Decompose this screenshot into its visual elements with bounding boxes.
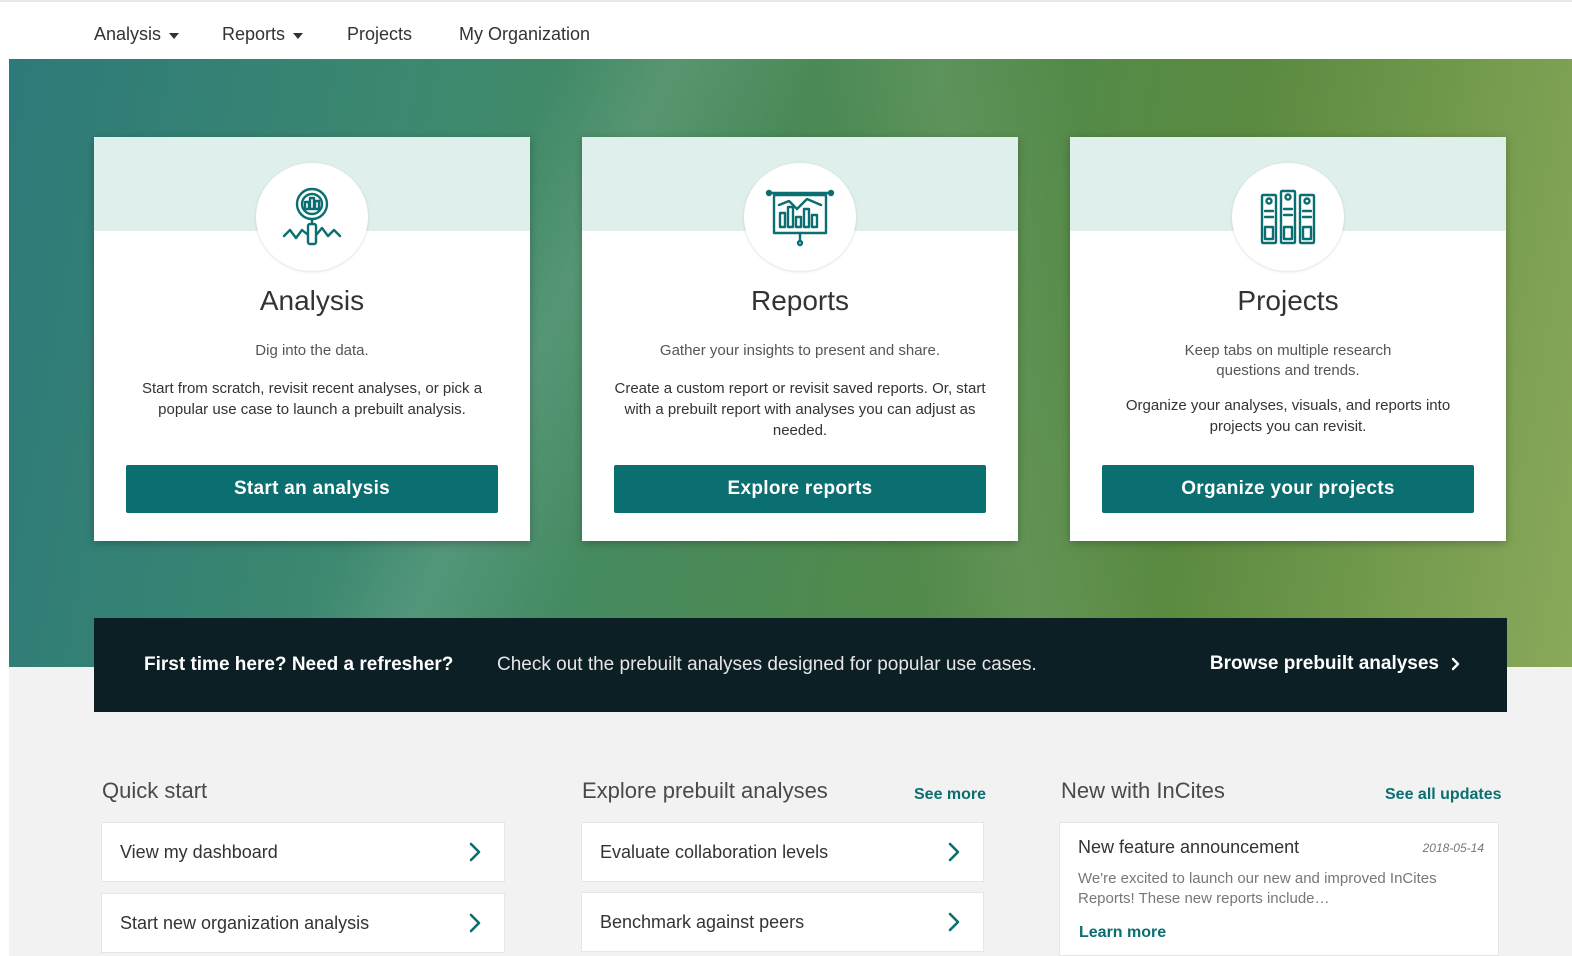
prebuilt-item-collaboration[interactable]: Evaluate collaboration levels [581, 822, 984, 882]
caret-down-icon [169, 32, 180, 39]
nav-analysis-label: Analysis [94, 24, 162, 44]
analysis-card: Analysis Dig into the data. Start from s… [94, 137, 530, 541]
quick-start-item-dashboard[interactable]: View my dashboard [101, 822, 505, 882]
list-item-label: Evaluate collaboration levels [600, 841, 829, 862]
nav-projects-label: Projects [347, 24, 413, 44]
chevron-right-icon [464, 912, 486, 934]
browse-prebuilt-link[interactable]: Browse prebuilt analyses [1210, 653, 1461, 675]
organize-projects-button[interactable]: Organize your projects [1102, 465, 1474, 513]
explore-reports-button[interactable]: Explore reports [614, 465, 986, 513]
prebuilt-title: Explore prebuilt analyses [582, 778, 828, 803]
start-analysis-button[interactable]: Start an analysis [126, 465, 498, 513]
learn-more-link[interactable]: Learn more [1079, 924, 1166, 942]
nav-my-organization[interactable]: My Organization [459, 24, 590, 45]
caret-down-icon [293, 32, 304, 39]
nav-projects[interactable]: Projects [347, 24, 412, 45]
see-more-link[interactable]: See more [914, 786, 986, 804]
quick-start-title: Quick start [102, 778, 208, 803]
card-description: Start from scratch, revisit recent analy… [141, 380, 483, 418]
news-title: New with InCites [1061, 778, 1225, 803]
presentation-board-icon [744, 163, 856, 271]
browse-prebuilt-label: Browse prebuilt analyses [1209, 653, 1439, 674]
refresher-banner: First time here? Need a refresher? Check… [94, 618, 1507, 712]
top-navigation: Analysis Reports Projects My Organizatio… [0, 0, 1572, 59]
list-item-label: View my dashboard [120, 841, 278, 862]
news-item-body: We're excited to launch our new and impr… [1078, 870, 1437, 907]
see-all-updates-link[interactable]: See all updates [1385, 786, 1502, 804]
prebuilt-item-benchmark[interactable]: Benchmark against peers [581, 892, 984, 952]
reports-card: Reports Gather your insights to present … [582, 137, 1018, 541]
quick-start-item-organization[interactable]: Start new organization analysis [101, 893, 505, 953]
magnifier-chart-icon [256, 163, 368, 271]
banner-text: Check out the prebuilt analyses designed… [497, 654, 1037, 675]
card-description: Create a custom report or revisit saved … [614, 380, 986, 439]
list-item-label: Start new organization analysis [120, 912, 370, 933]
chevron-right-icon [943, 841, 965, 863]
banner-heading: First time here? Need a refresher? [144, 654, 454, 675]
nav-reports-label: Reports [222, 24, 286, 44]
news-card: New feature announcement 2018-05-14 We'r… [1059, 822, 1499, 956]
nav-my-organization-label: My Organization [459, 24, 591, 44]
chevron-right-icon [464, 841, 486, 863]
binders-icon [1232, 163, 1344, 271]
card-subtitle: Keep tabs on multiple research questions… [1184, 342, 1392, 379]
card-subtitle: Gather your insights to present and shar… [659, 342, 941, 359]
card-subtitle: Dig into the data. [255, 342, 369, 359]
chevron-right-icon [1451, 657, 1460, 671]
card-title: Reports [750, 285, 850, 316]
card-description: Organize your analyses, visuals, and rep… [1125, 397, 1451, 435]
list-item-label: Benchmark against peers [600, 911, 805, 932]
card-title: Projects [1237, 285, 1339, 316]
card-title: Analysis [259, 285, 365, 316]
projects-card: Projects Keep tabs on multiple research … [1070, 137, 1506, 541]
chevron-right-icon [943, 911, 965, 933]
news-item-title: New feature announcement [1078, 837, 1300, 857]
news-item-date: 2018-05-14 [1422, 841, 1484, 855]
nav-reports[interactable]: Reports [222, 24, 304, 45]
nav-analysis[interactable]: Analysis [94, 24, 180, 45]
